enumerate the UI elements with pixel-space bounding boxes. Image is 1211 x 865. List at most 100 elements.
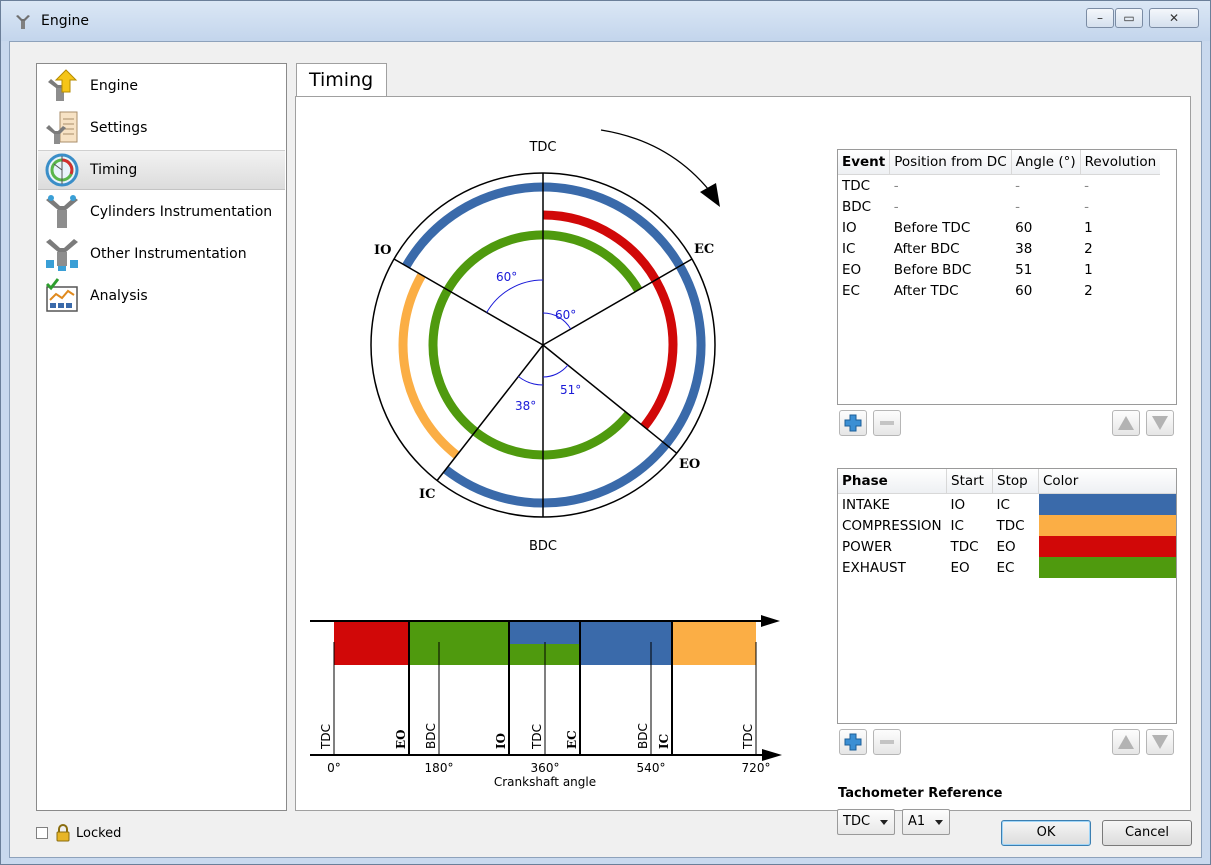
remove-phase-button[interactable]	[873, 729, 901, 755]
table-row[interactable]: INTAKE IO IC	[838, 493, 1176, 515]
maximize-button[interactable]: ▭	[1115, 8, 1143, 28]
move-event-up-button[interactable]	[1112, 410, 1140, 436]
io-label: IO	[374, 243, 391, 258]
chevron-down-icon	[880, 820, 888, 825]
table-row[interactable]: EXHAUST EO EC	[838, 557, 1176, 578]
table-cell: After BDC	[893, 240, 960, 257]
ok-button[interactable]: OK	[1001, 820, 1091, 846]
event-label: EO	[394, 729, 408, 749]
window-title: Engine	[41, 13, 89, 29]
color-swatch[interactable]	[1038, 557, 1176, 578]
table-row[interactable]: BDC - - -	[838, 196, 1160, 217]
minimize-button[interactable]: –	[1086, 8, 1114, 28]
bdc-label: BDC	[529, 539, 557, 554]
table-row[interactable]: EC After TDC 60 2	[838, 280, 1160, 301]
table-row[interactable]: EO Before BDC 51 1	[838, 259, 1160, 280]
minus-icon	[880, 740, 894, 744]
event-label: IO	[494, 733, 508, 749]
table-cell: EO	[842, 261, 862, 278]
table-cell: 2	[1084, 240, 1093, 257]
table-row[interactable]: COMPRESSION IC TDC	[838, 515, 1176, 536]
exhaust-bar-bottom	[409, 644, 580, 665]
column-header-revolution[interactable]: Revolution	[1080, 150, 1161, 175]
events-grid: Event Position from DC Angle (°) Revolut…	[838, 150, 1161, 301]
event-label: IC	[657, 734, 671, 749]
column-header-start[interactable]: Start	[946, 469, 993, 494]
phases-table[interactable]: Phase Start Stop Color INTAKE IO IC COMPRES…	[837, 468, 1177, 724]
sidebar-item-cylinders-instrumentation[interactable]: Cylinders Instrumentation	[38, 192, 285, 232]
sidebar: Engine Settings Timing Cylinders Instrum…	[36, 63, 287, 811]
table-cell: IC	[996, 496, 1010, 513]
minus-icon	[880, 421, 894, 425]
sidebar-item-other-instrumentation[interactable]: Other Instrumentation	[38, 234, 285, 274]
close-button[interactable]: ✕	[1149, 8, 1199, 28]
color-swatch[interactable]	[1038, 536, 1176, 557]
sidebar-item-analysis[interactable]: Analysis	[38, 276, 285, 316]
table-cell: TDC	[950, 538, 979, 555]
sidebar-item-label: Engine	[90, 78, 138, 94]
eo-label: EO	[679, 457, 700, 472]
compression-arc	[398, 272, 460, 459]
tick-label-720: 720°	[742, 761, 771, 775]
table-cell: EC	[996, 559, 1015, 576]
event-label: BDC	[424, 723, 438, 749]
table-row[interactable]: IC After BDC 38 2	[838, 238, 1160, 259]
locked-checkbox[interactable]	[36, 827, 48, 839]
table-cell: 60	[1015, 282, 1033, 299]
locked-label: Locked	[76, 825, 122, 841]
move-event-down-button[interactable]	[1146, 410, 1174, 436]
dialog-client: Engine Settings Timing Cylinders Instrum…	[9, 41, 1202, 858]
table-cell: EXHAUST	[842, 559, 906, 576]
column-header-angle[interactable]: Angle (°)	[1011, 150, 1081, 175]
tick-label-360: 360°	[531, 761, 560, 775]
engine-upload-icon	[42, 68, 82, 104]
column-header-color[interactable]: Color	[1038, 469, 1176, 494]
tachometer-channel-value: A1	[908, 814, 926, 829]
engine-app-icon	[16, 15, 30, 29]
table-cell: 51	[1015, 261, 1033, 278]
tick-label-0: 0°	[327, 761, 341, 775]
arrow-up-icon	[1118, 416, 1134, 430]
events-table[interactable]: Event Position from DC Angle (°) Revolut…	[837, 149, 1177, 405]
table-cell: EO	[950, 559, 970, 576]
color-swatch[interactable]	[1038, 515, 1176, 536]
table-cell: TDC	[842, 177, 871, 194]
table-cell: TDC	[996, 517, 1025, 534]
plus-icon	[844, 733, 862, 751]
move-phase-down-button[interactable]	[1146, 729, 1174, 755]
tab-timing[interactable]: Timing	[296, 63, 387, 97]
table-row[interactable]: IO Before TDC 60 1	[838, 217, 1160, 238]
table-row[interactable]: POWER TDC EO	[838, 536, 1176, 557]
locked-checkbox-row[interactable]: Locked	[36, 824, 121, 842]
column-header-position[interactable]: Position from DC	[889, 150, 1012, 175]
remove-event-button[interactable]	[873, 410, 901, 436]
tachometer-channel-dropdown[interactable]: A1	[902, 809, 950, 835]
tick-label-540: 540°	[637, 761, 666, 775]
ec-angle-label: 60°	[555, 308, 576, 322]
top-axis-arrowhead	[761, 615, 780, 627]
table-row[interactable]: TDC - - -	[838, 175, 1160, 197]
table-cell: Before BDC	[893, 261, 972, 278]
color-swatch[interactable]	[1038, 493, 1176, 515]
table-cell: 1	[1084, 261, 1093, 278]
column-header-event[interactable]: Event	[838, 150, 891, 175]
instrumentation-icon	[42, 236, 82, 272]
add-event-button[interactable]	[839, 410, 867, 436]
sidebar-item-timing[interactable]: Timing	[38, 150, 285, 190]
event-label: TDC	[319, 724, 333, 750]
move-phase-up-button[interactable]	[1112, 729, 1140, 755]
sidebar-item-engine[interactable]: Engine	[38, 66, 285, 106]
tick-label-180: 180°	[425, 761, 454, 775]
cancel-button[interactable]: Cancel	[1102, 820, 1192, 846]
column-header-phase[interactable]: Phase	[838, 469, 947, 494]
table-cell: 38	[1015, 240, 1033, 257]
table-cell: IC	[842, 240, 856, 257]
table-cell: After TDC	[893, 282, 959, 299]
column-header-stop[interactable]: Stop	[992, 469, 1039, 494]
tachometer-reference-label: Tachometer Reference	[838, 786, 1003, 801]
sidebar-item-settings[interactable]: Settings	[38, 108, 285, 148]
linear-diagram: TDC EO BDC IO TDC EC BDC IC TDC 0° 180° 360° 540…	[310, 615, 782, 789]
add-phase-button[interactable]	[839, 729, 867, 755]
x-axis-arrowhead	[762, 749, 782, 761]
tachometer-reference-dropdown[interactable]: TDC	[837, 809, 895, 835]
